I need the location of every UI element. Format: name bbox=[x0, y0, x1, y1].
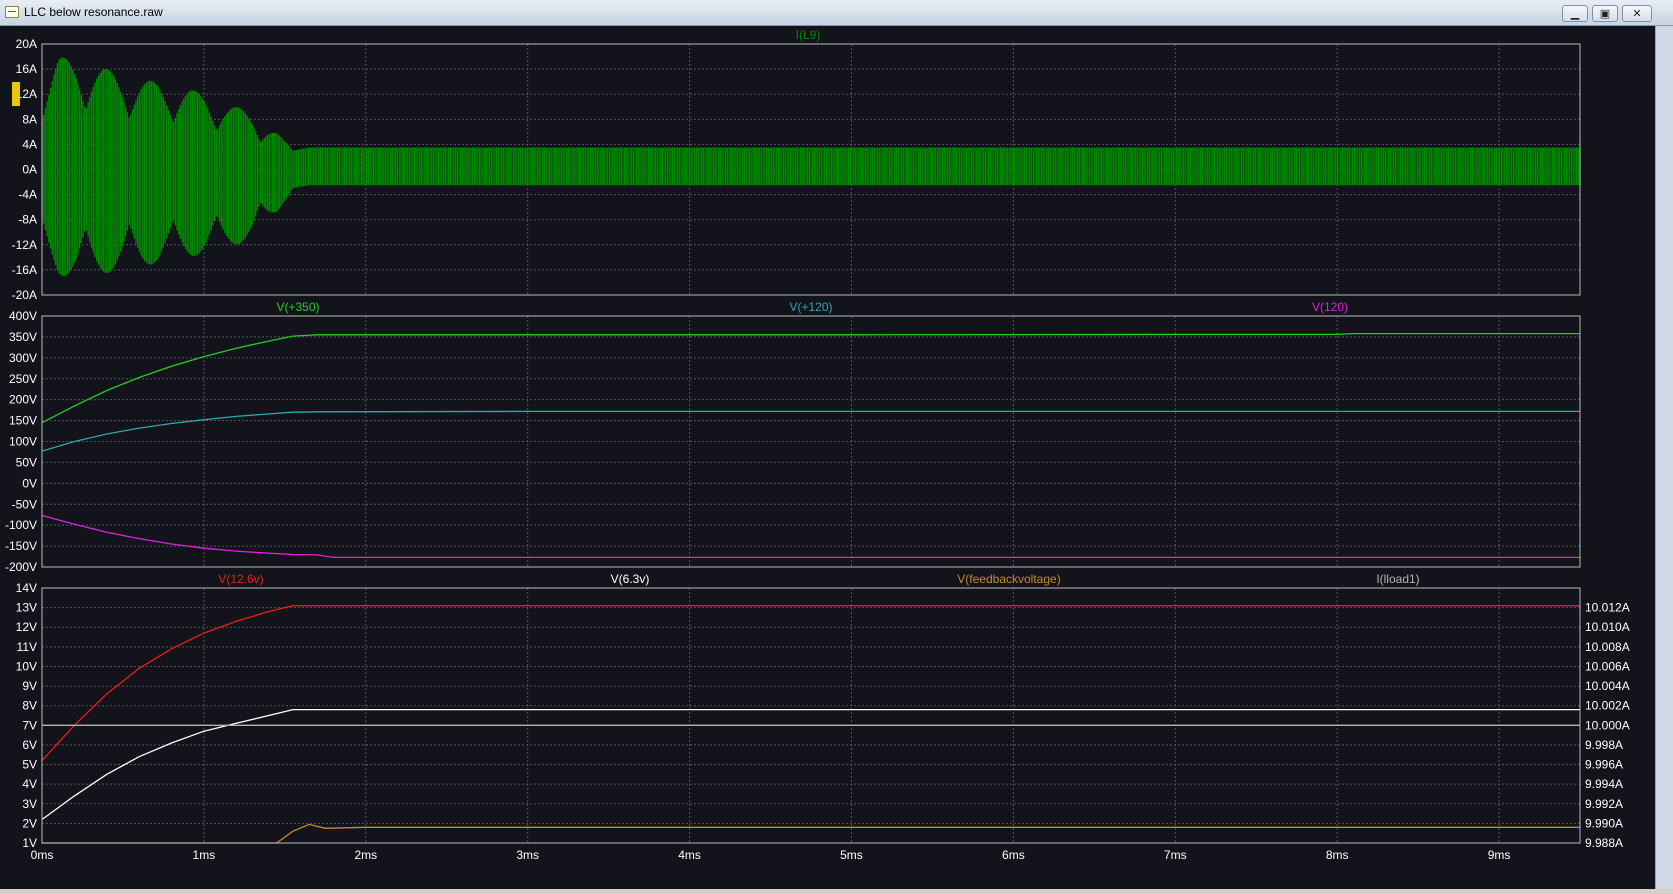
pane-bottom: 14V13V12V11V10V9V8V7V6V5V4V3V2V1V10.012A… bbox=[16, 572, 1630, 862]
x-tick-label: 5ms bbox=[840, 848, 863, 862]
window-title: LLC below resonance.raw bbox=[24, 5, 163, 19]
y-tick-label: 400V bbox=[9, 309, 37, 323]
y-tick-label: 0A bbox=[22, 163, 37, 177]
pane-middle: 400V 350V 300V 250V 200V 150V 100V 50V 0V -50V -10… bbox=[5, 300, 1581, 574]
y-tick-label: 100V bbox=[9, 435, 37, 449]
y-tick-label: 250V bbox=[9, 372, 37, 386]
y-tick-label: 4A bbox=[22, 137, 37, 151]
x-tick-label: 4ms bbox=[678, 848, 701, 862]
legend-v-12-6v: V(12.6v) bbox=[218, 572, 263, 586]
waveform-app-icon bbox=[5, 6, 19, 18]
y-tick-label: -50V bbox=[12, 497, 37, 511]
legend-v-feedbackvoltage: V(feedbackvoltage) bbox=[957, 572, 1060, 586]
y2-tick-label: 9.990A bbox=[1585, 816, 1623, 830]
y2-tick-label: 10.000A bbox=[1585, 718, 1630, 732]
pane-top: 20A16A12A8A4A0A-4A-8A-12A-16A-20AI(L9) bbox=[12, 28, 1581, 302]
x-tick-label: 0ms bbox=[31, 848, 54, 862]
series-v-350 bbox=[41, 332, 1580, 424]
y2-tick-label: 9.992A bbox=[1585, 797, 1623, 811]
y2-tick-label: 10.008A bbox=[1585, 640, 1630, 654]
y-tick-label: -4A bbox=[18, 188, 37, 202]
window-right-frame bbox=[1655, 26, 1673, 889]
series-v-120 bbox=[41, 514, 1580, 559]
y-tick-label: 7V bbox=[22, 718, 37, 732]
y-tick-label: 3V bbox=[22, 797, 37, 811]
y2-tick-label: 10.002A bbox=[1585, 699, 1630, 713]
y2-tick-label: 9.994A bbox=[1585, 777, 1623, 791]
y2-tick-label: 10.004A bbox=[1585, 679, 1630, 693]
x-tick-label: 7ms bbox=[1164, 848, 1187, 862]
y-tick-label: 6V bbox=[22, 738, 37, 752]
y-tick-label: 20A bbox=[16, 37, 37, 51]
y-tick-label: -150V bbox=[5, 539, 37, 553]
y2-tick-label: 10.010A bbox=[1585, 620, 1630, 634]
legend-v-6-3v: V(6.3v) bbox=[611, 572, 650, 586]
y-tick-label: 2V bbox=[22, 816, 37, 830]
y2-tick-label: 9.996A bbox=[1585, 758, 1623, 772]
y-tick-label: 12V bbox=[16, 620, 37, 634]
x-tick-label: 2ms bbox=[354, 848, 377, 862]
y-tick-label: -12A bbox=[12, 238, 37, 252]
x-tick-label: 8ms bbox=[1326, 848, 1349, 862]
x-tick-label: 6ms bbox=[1002, 848, 1025, 862]
y-tick-label: 8V bbox=[22, 699, 37, 713]
y-tick-label: 13V bbox=[16, 601, 37, 615]
y-tick-label: 16A bbox=[16, 62, 37, 76]
x-tick-label: 3ms bbox=[516, 848, 539, 862]
y-tick-label: 200V bbox=[9, 393, 37, 407]
x-tick-label: 1ms bbox=[193, 848, 216, 862]
waveform-plot-svg[interactable]: 20A16A12A8A4A0A-4A-8A-12A-16A-20AI(L9)40… bbox=[0, 26, 1655, 889]
y2-tick-label: 10.012A bbox=[1585, 601, 1630, 615]
x-tick-label: 9ms bbox=[1488, 848, 1511, 862]
y-tick-label: 50V bbox=[16, 455, 37, 469]
legend-i-l9: I(L9) bbox=[796, 28, 821, 42]
legend-v-120: V(120) bbox=[1312, 300, 1348, 314]
series-v-feedbackvoltage bbox=[42, 823, 1580, 844]
y2-tick-label: 9.988A bbox=[1585, 836, 1623, 850]
y-tick-label: 14V bbox=[16, 581, 37, 595]
y-tick-label: 4V bbox=[22, 777, 37, 791]
y-tick-label: -8A bbox=[18, 213, 37, 227]
minimize-button[interactable]: ▁ bbox=[1562, 5, 1588, 22]
y-tick-label: -20A bbox=[12, 288, 37, 302]
y-tick-label: 11V bbox=[17, 640, 37, 654]
y2-tick-label: 10.006A bbox=[1585, 659, 1630, 673]
close-button[interactable]: ✕ bbox=[1622, 5, 1652, 22]
legend-v-350: V(+350) bbox=[276, 300, 319, 314]
restore-button[interactable]: ▣ bbox=[1592, 5, 1618, 22]
legend-v-120: V(+120) bbox=[789, 300, 832, 314]
y-tick-label: 8A bbox=[22, 112, 37, 126]
window-titlebar: LLC below resonance.raw ▁ ▣ ✕ bbox=[0, 0, 1673, 26]
y-tick-label: -200V bbox=[5, 560, 37, 574]
y-tick-label: 300V bbox=[9, 351, 37, 365]
series-v-120 bbox=[41, 410, 1580, 452]
waveform-plot-area[interactable]: 20A 16A 12A 8A 4A 0A -4A -8A -12A -16A -20A I(L9) 40… bbox=[0, 26, 1655, 889]
legend-i-lload1: I(lload1) bbox=[1376, 572, 1419, 586]
cursor-marker-icon bbox=[12, 82, 20, 106]
series-i-l9 bbox=[41, 57, 1581, 277]
y-tick-label: 10V bbox=[16, 659, 37, 673]
series-v-12-6v bbox=[41, 605, 1580, 762]
y-tick-label: 5V bbox=[22, 758, 37, 772]
y-tick-label: -100V bbox=[5, 518, 37, 532]
pane-frame bbox=[41, 587, 1581, 844]
y-tick-label: 350V bbox=[9, 330, 37, 344]
y-tick-label: 150V bbox=[9, 414, 37, 428]
y-tick-label: 9V bbox=[22, 679, 37, 693]
y-tick-label: 0V bbox=[22, 476, 37, 490]
y2-tick-label: 9.998A bbox=[1585, 738, 1623, 752]
y-tick-label: -16A bbox=[12, 263, 37, 277]
